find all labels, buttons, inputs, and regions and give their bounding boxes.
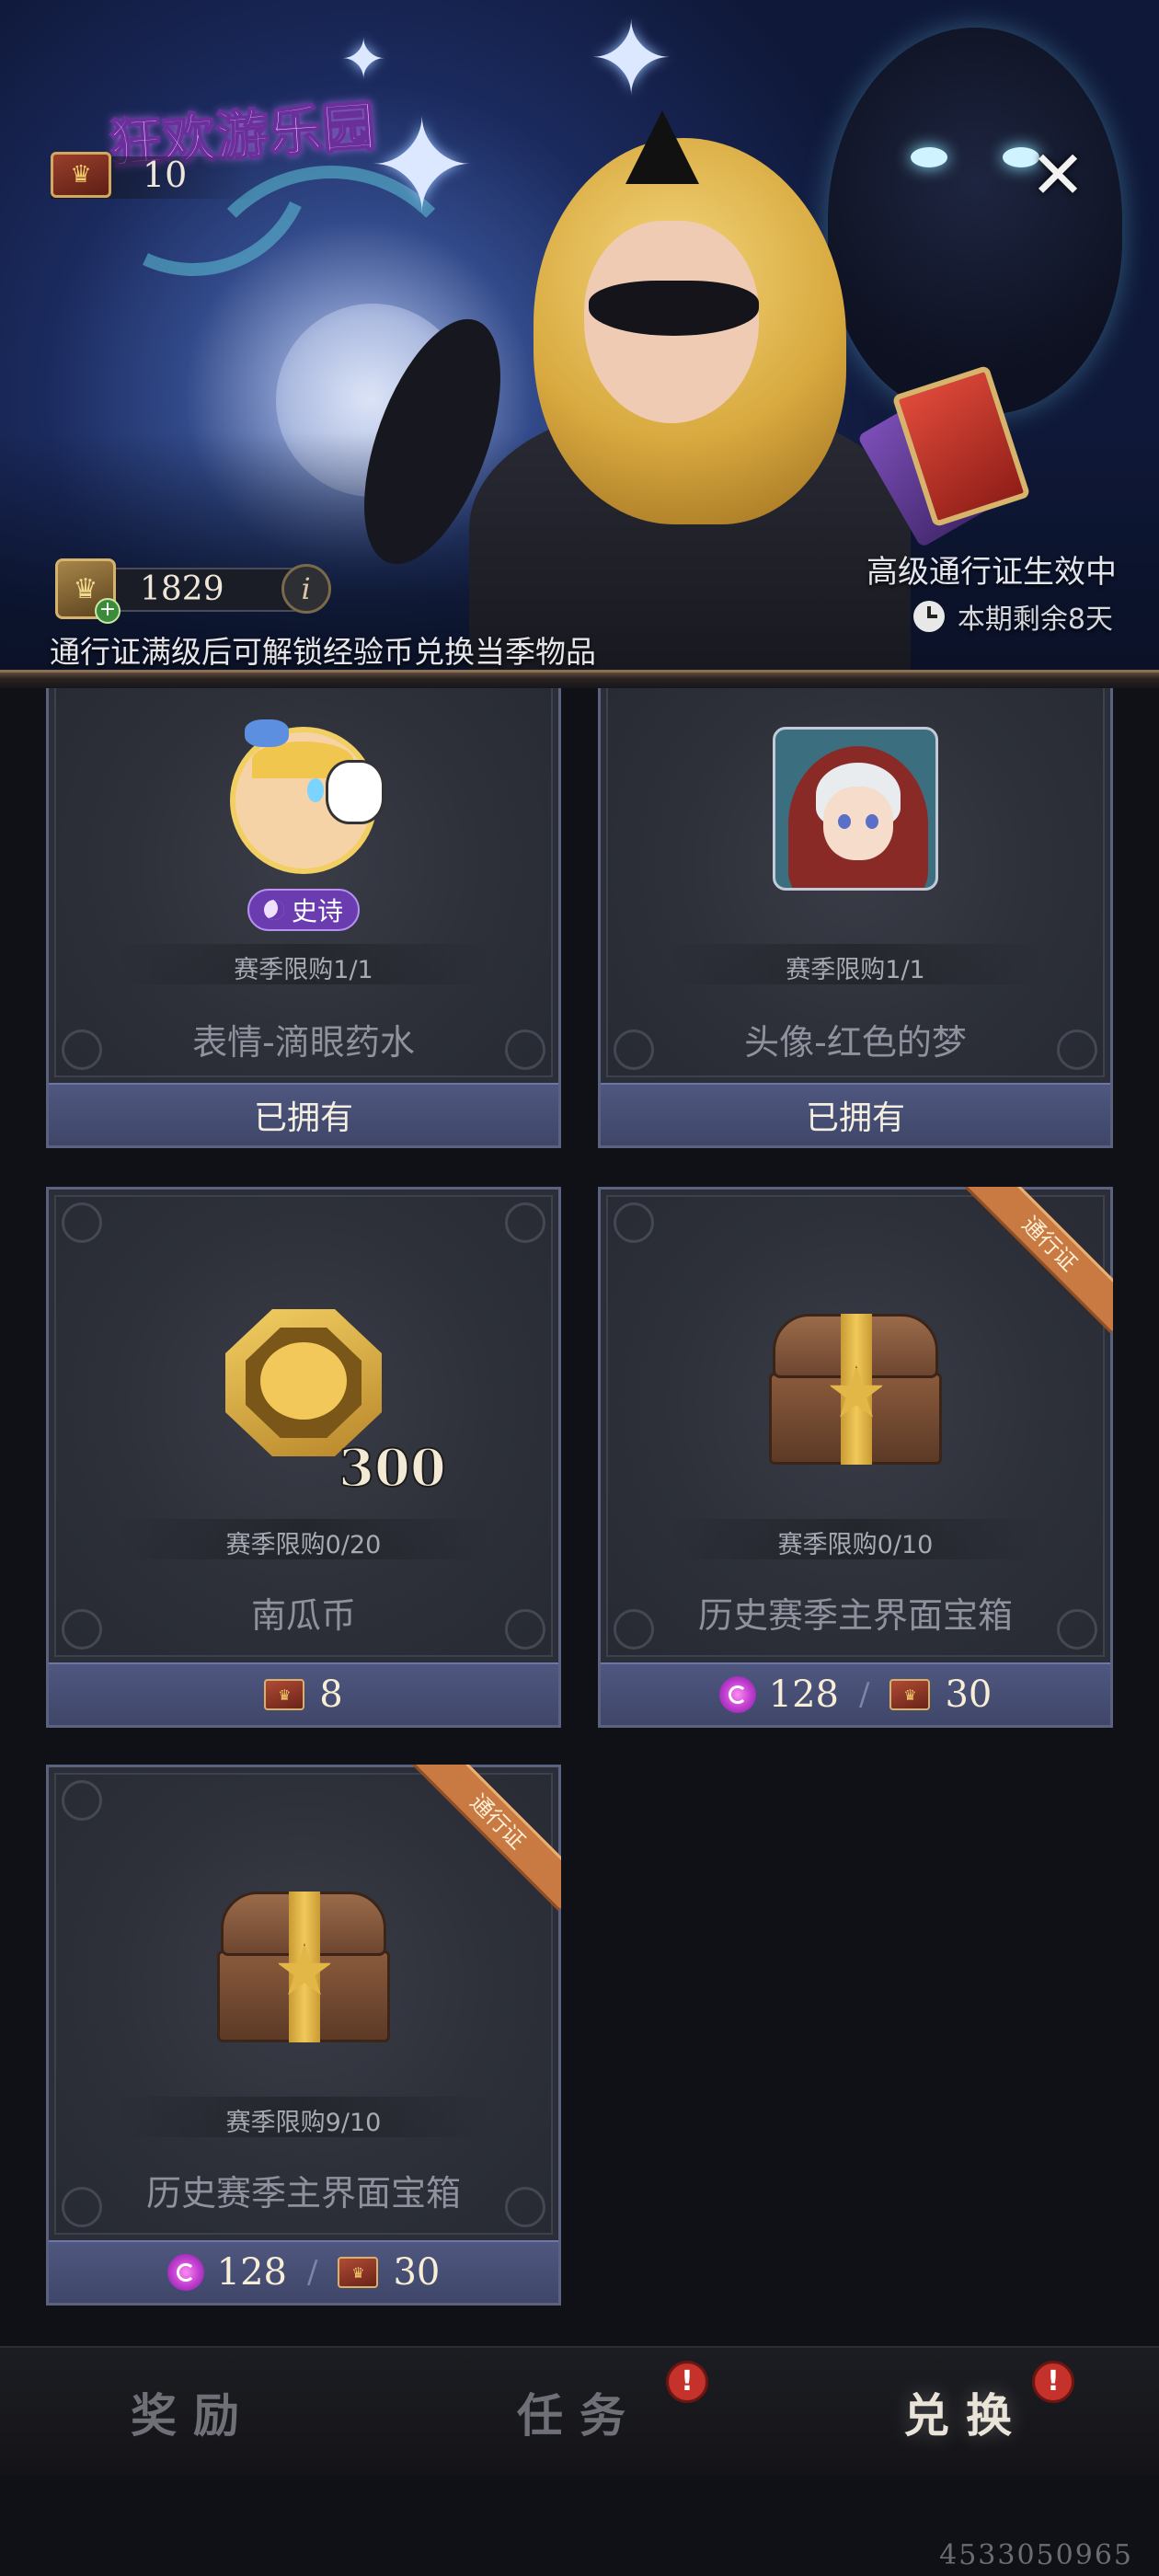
pass-ribbon: 通行证 [405, 1765, 561, 1921]
info-button[interactable]: i [281, 564, 331, 614]
crown-ticket-icon: ♛ [889, 1679, 931, 1710]
shop-item-card[interactable]: 通行证 赛季限购9/10 历史赛季主界面宝箱 128 / ♛ 30 [46, 1765, 561, 2306]
cost-separator: / [858, 1676, 870, 1713]
clock-icon [912, 601, 945, 632]
emoji-item-image [230, 719, 384, 874]
pass-status-text: 高级通行证生效中 [866, 554, 1117, 591]
candy-cost: 128 [216, 2251, 287, 2294]
bottom-nav: 奖励 任务 ! 兑换 ! [0, 2346, 1159, 2475]
tab-tasks[interactable]: 任务 [386, 2348, 773, 2477]
exp-coin-value: 1829 [140, 569, 224, 608]
owned-label: 已拥有 [253, 1099, 353, 1137]
item-name: 历史赛季主界面宝箱 [697, 1595, 1013, 1636]
owned-button[interactable]: 已拥有 [601, 1083, 1110, 1145]
owned-label: 已拥有 [805, 1099, 905, 1137]
rarity-badge: 史诗 [247, 889, 360, 931]
event-banner: ✦ ✦ ✦ ✦ 狂欢游乐园 ♛ 10 ✕ ♛+ 1829 i 高级通行证生效中 … [0, 0, 1159, 672]
tab-exchange[interactable]: 兑换 [773, 2348, 1159, 2477]
candy-cost: 128 [768, 1673, 839, 1716]
footer-id: 4533050965 [939, 2539, 1133, 2571]
purchase-limit: 赛季限购1/1 [234, 956, 373, 984]
crown-ticket-icon: ♛ [338, 2257, 379, 2288]
tab-label: 任务 [517, 2388, 642, 2443]
item-name: 表情-滴眼药水 [192, 1022, 415, 1063]
owned-button[interactable]: 已拥有 [49, 1083, 558, 1145]
crown-ticket-icon: ♛ [264, 1679, 305, 1710]
crown-ticket-icon: ♛ [51, 152, 111, 198]
pass-ribbon: 通行证 [957, 1187, 1113, 1343]
purchase-limit: 赛季限购0/20 [225, 1531, 382, 1559]
buy-button[interactable]: ♛ 8 [49, 1662, 558, 1725]
alert-icon: ! [666, 2361, 708, 2403]
banner-divider [0, 670, 1159, 688]
moon-icon [263, 900, 284, 920]
exp-coin-balance: ♛ + 1829 i [55, 557, 331, 624]
item-name: 南瓜币 [250, 1595, 356, 1636]
treasure-chest-image [763, 1314, 947, 1470]
ticket-cost: 30 [945, 1673, 993, 1716]
shop-item-card[interactable]: 赛季限购1/1 头像-红色的梦 已拥有 [598, 688, 1113, 1148]
tab-label: 奖励 [131, 2388, 256, 2443]
shop-item-card[interactable]: 300 赛季限购0/20 南瓜币 ♛ 8 [46, 1187, 561, 1728]
pumpkin-coin-image [225, 1309, 382, 1456]
time-remaining-text: 本期剩余8天 [957, 604, 1113, 636]
item-name: 历史赛季主界面宝箱 [145, 2173, 461, 2214]
banner-note: 通行证满级后可解锁经验币兑换当季物品 [50, 634, 596, 670]
alert-icon: ! [1032, 2361, 1074, 2403]
purchase-limit: 赛季限购0/10 [777, 1531, 934, 1559]
exp-coin-icon: ♛ + [55, 558, 120, 624]
shop-item-card[interactable]: 通行证 赛季限购0/10 历史赛季主界面宝箱 128 / ♛ 30 [598, 1187, 1113, 1728]
buy-button[interactable]: 128 / ♛ 30 [49, 2240, 558, 2303]
ticket-cost: 30 [393, 2251, 441, 2294]
purchase-limit: 赛季限购9/10 [225, 2109, 382, 2137]
time-remaining: 本期剩余8天 [912, 596, 1113, 637]
candy-icon [166, 2254, 204, 2291]
tab-rewards[interactable]: 奖励 [0, 2348, 386, 2477]
sparkle-icon: ✦ [340, 28, 387, 92]
pass-level: ♛ 10 [51, 147, 253, 202]
treasure-chest-image [212, 1892, 396, 2048]
item-name: 头像-红色的梦 [744, 1022, 967, 1063]
buy-button[interactable]: 128 / ♛ 30 [601, 1662, 1110, 1725]
cost-separator: / [306, 2254, 318, 2291]
item-quantity: 300 [338, 1437, 447, 1500]
tab-label: 兑换 [903, 2388, 1028, 2443]
ticket-cost: 8 [319, 1673, 343, 1716]
candy-icon [718, 1676, 756, 1713]
purchase-limit: 赛季限购1/1 [786, 956, 925, 984]
pass-level-value: 10 [143, 155, 188, 195]
shop-item-card[interactable]: 史诗 赛季限购1/1 表情-滴眼药水 已拥有 [46, 688, 561, 1148]
avatar-item-image [773, 727, 938, 891]
close-button[interactable]: ✕ [1021, 138, 1095, 212]
